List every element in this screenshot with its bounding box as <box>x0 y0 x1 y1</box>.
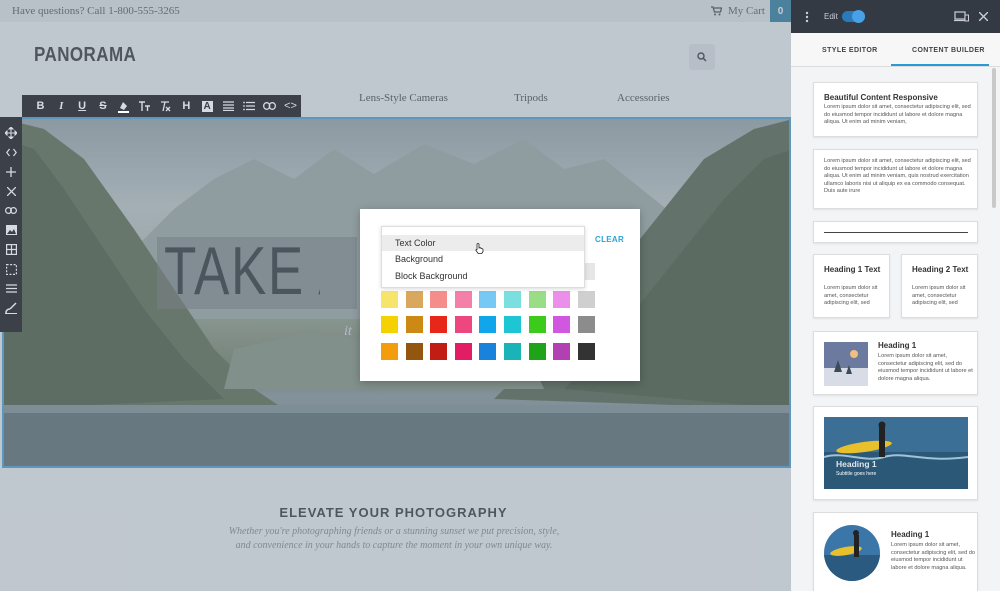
color-swatch[interactable] <box>454 291 472 308</box>
add-icon[interactable] <box>0 162 22 182</box>
snippet-card-image-text[interactable]: Heading 1 Lorem ipsum dolor sit amet, co… <box>813 331 978 395</box>
snippet-title: Heading 1 <box>891 530 930 539</box>
snippet-text: Lorem ipsum dolor sit amet, consectetur … <box>824 285 878 307</box>
menu-icon[interactable] <box>0 279 22 299</box>
tab-content-builder[interactable]: CONTENT BUILDER <box>912 47 985 54</box>
snippet-card-paragraph[interactable]: Lorem ipsum dolor sit amet, consectetur … <box>813 149 978 209</box>
snippet-thumbnail-image <box>824 342 868 386</box>
snippet-card-content-responsive[interactable]: Beautiful Content Responsive Lorem ipsum… <box>813 82 978 137</box>
divider-line <box>824 232 968 233</box>
color-swatch[interactable] <box>528 316 546 333</box>
color-swatch[interactable] <box>577 316 595 333</box>
snippet-card-divider[interactable] <box>813 221 978 243</box>
move-icon[interactable] <box>0 123 22 143</box>
snippet-card-heading-2-text[interactable]: Heading 2 Text Lorem ipsum dolor sit ame… <box>901 254 978 318</box>
snippet-text: Lorem ipsum dolor sit amet, consectetur … <box>891 542 975 571</box>
hand-cursor-icon <box>475 243 484 254</box>
color-swatch[interactable] <box>504 316 521 333</box>
snippet-text: Lorem ipsum dolor sit amet, consectetur … <box>824 158 971 195</box>
italic-icon[interactable]: I <box>51 95 72 117</box>
color-swatch[interactable] <box>430 316 448 333</box>
color-swatch[interactable] <box>405 343 423 360</box>
side-toolbar <box>0 117 22 332</box>
website-canvas: Have questions? Call 1-800-555-3265 My C… <box>0 0 791 591</box>
color-swatch[interactable] <box>528 291 546 308</box>
grid-icon[interactable] <box>0 240 22 260</box>
image-icon[interactable] <box>0 221 22 241</box>
edit-toggle[interactable] <box>842 10 865 23</box>
code-icon[interactable]: <> <box>280 95 301 117</box>
snippet-text: Lorem ipsum dolor sit amet, consectetur … <box>824 104 971 126</box>
color-swatch[interactable] <box>479 291 497 308</box>
color-swatch[interactable] <box>553 343 571 360</box>
active-tab-indicator <box>891 64 989 66</box>
device-preview-icon[interactable] <box>954 11 969 22</box>
more-vertical-icon[interactable] <box>805 11 809 23</box>
option-block-background[interactable]: Block Background <box>382 268 584 284</box>
code-icon[interactable] <box>0 143 22 163</box>
color-swatch[interactable] <box>577 343 595 360</box>
color-swatch[interactable] <box>381 291 398 308</box>
link-icon[interactable] <box>0 201 22 221</box>
snippet-round-image <box>824 525 880 581</box>
format-toolbar: B I U S H A <> <box>22 95 301 117</box>
snippet-title: Beautiful Content Responsive <box>824 93 938 102</box>
color-swatch[interactable] <box>504 343 521 360</box>
color-swatch[interactable] <box>553 291 571 308</box>
color-swatch[interactable] <box>381 343 398 360</box>
color-swatch[interactable] <box>454 343 472 360</box>
font-icon[interactable]: A <box>197 95 218 117</box>
tab-style-editor[interactable]: STYLE EDITOR <box>822 47 878 54</box>
clear-button[interactable]: CLEAR <box>595 235 624 244</box>
color-swatch[interactable] <box>430 291 448 308</box>
edit-label: Edit <box>824 12 838 21</box>
snippet-title: Heading 2 Text <box>912 265 969 274</box>
color-swatch[interactable] <box>454 316 472 333</box>
color-swatch[interactable] <box>504 291 521 308</box>
link-icon[interactable] <box>259 95 280 117</box>
snippet-text: Lorem ipsum dolor sit amet, consectetur … <box>912 285 966 307</box>
font-icon-glyph: A <box>201 100 213 112</box>
color-swatch[interactable] <box>405 316 423 333</box>
snippet-title: Heading 1 Text <box>824 265 881 274</box>
color-swatch[interactable] <box>381 316 398 333</box>
color-swatch[interactable] <box>430 343 448 360</box>
panel-header: Edit <box>791 0 1000 33</box>
color-swatch[interactable] <box>479 316 497 333</box>
heading-icon[interactable]: H <box>176 95 197 117</box>
color-swatch[interactable] <box>553 316 571 333</box>
bold-icon[interactable]: B <box>30 95 51 117</box>
clear-format-icon[interactable] <box>155 95 176 117</box>
color-target-dropdown: Text Color Background Block Background <box>381 226 585 288</box>
delete-icon[interactable] <box>0 182 22 202</box>
overlay-subtitle: Subtitle goes here <box>836 471 877 477</box>
brush-icon[interactable] <box>0 299 22 319</box>
underline-icon[interactable]: U <box>72 95 93 117</box>
snippet-text: Lorem ipsum dolor sit amet, consectetur … <box>878 353 973 382</box>
overlay-title: Heading 1 <box>836 459 877 469</box>
list-icon[interactable] <box>238 95 259 117</box>
snippet-card-image-overlay[interactable]: Heading 1 Subtitle goes here <box>813 406 978 500</box>
align-icon[interactable] <box>218 95 239 117</box>
snippet-card-heading-1-text[interactable]: Heading 1 Text Lorem ipsum dolor sit ame… <box>813 254 890 318</box>
toggle-knob <box>852 10 865 23</box>
snippet-title: Heading 1 <box>878 341 917 350</box>
color-swatch[interactable] <box>405 291 423 308</box>
color-swatch[interactable] <box>577 291 595 308</box>
panel-scrollbar[interactable] <box>992 68 996 208</box>
select-icon[interactable] <box>0 260 22 280</box>
color-swatch[interactable] <box>528 343 546 360</box>
text-color-icon[interactable] <box>113 95 134 117</box>
panel-tabs: STYLE EDITOR CONTENT BUILDER <box>791 33 1000 67</box>
snippet-card-circle-image[interactable]: Heading 1 Lorem ipsum dolor sit amet, co… <box>813 512 978 591</box>
strikethrough-icon[interactable]: S <box>93 95 114 117</box>
builder-panel: Edit STYLE EDITOR CONTENT BUILDER Beauti… <box>791 0 1000 591</box>
color-swatch[interactable] <box>479 343 497 360</box>
font-size-icon[interactable] <box>134 95 155 117</box>
close-icon[interactable] <box>979 12 988 21</box>
